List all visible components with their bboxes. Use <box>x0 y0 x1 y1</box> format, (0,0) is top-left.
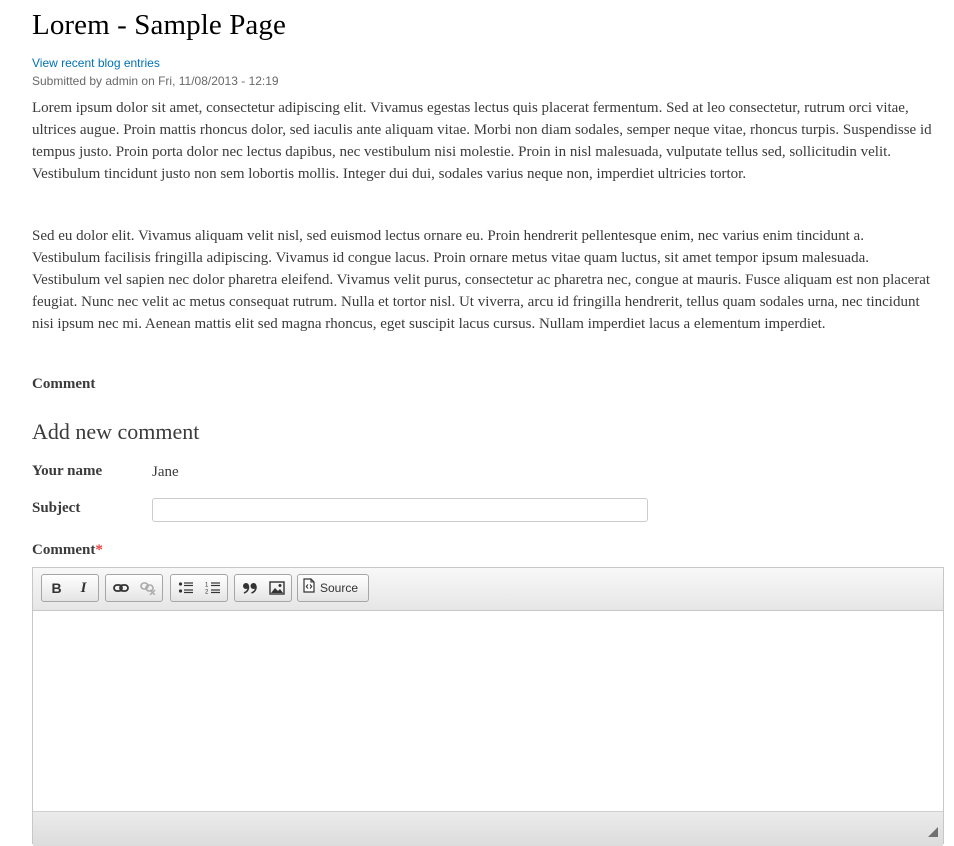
toolbar-group-basicstyles: B I <box>41 574 99 602</box>
name-label: Your name <box>32 463 103 479</box>
source-icon <box>302 578 316 598</box>
svg-text:1: 1 <box>205 583 209 589</box>
submitted-byline: Submitted by admin on Fri, 11/08/2013 - … <box>32 74 279 88</box>
blockquote-button[interactable] <box>236 575 263 601</box>
numbered-list-icon: 1 2 <box>205 581 221 595</box>
bold-button[interactable]: B <box>43 575 70 601</box>
unlink-button[interactable] <box>134 575 161 601</box>
subject-label: Subject <box>32 500 81 516</box>
comment-editor: B I 1 2 Source <box>32 567 944 846</box>
blockquote-icon <box>242 582 258 594</box>
body-paragraph: Sed eu dolor elit. Vivamus aliquam velit… <box>32 228 931 332</box>
add-comment-title: Add new comment <box>32 419 200 444</box>
editor-toolbar: B I 1 2 Source <box>33 568 943 611</box>
resize-handle-icon[interactable] <box>928 827 938 837</box>
source-button[interactable]: Source <box>297 574 369 602</box>
toolbar-group-blocks <box>234 574 292 602</box>
subject-input[interactable] <box>152 498 648 522</box>
numbered-list-button[interactable]: 1 2 <box>199 575 226 601</box>
italic-icon: I <box>80 579 87 596</box>
link-icon <box>112 582 129 594</box>
image-icon <box>268 581 285 595</box>
comments-heading: Comment <box>32 376 96 392</box>
svg-text:2: 2 <box>205 590 209 596</box>
toolbar-group-links <box>105 574 163 602</box>
source-label: Source <box>320 581 359 595</box>
bulleted-list-button[interactable] <box>172 575 199 601</box>
comment-label-text: Comment <box>32 542 96 558</box>
comment-editor-area[interactable] <box>33 611 943 811</box>
body-paragraph: Lorem ipsum dolor sit amet, consectetur … <box>32 100 932 182</box>
bold-icon: B <box>51 580 62 596</box>
comment-label: Comment* <box>32 542 103 559</box>
page-title: Lorem - Sample Page <box>32 9 286 41</box>
required-marker: * <box>95 542 103 558</box>
toolbar-group-lists: 1 2 <box>170 574 228 602</box>
recent-blog-entries-link[interactable]: View recent blog entries <box>32 56 160 70</box>
editor-bottom-bar <box>33 811 943 846</box>
italic-button[interactable]: I <box>70 575 97 601</box>
unlink-icon <box>139 581 156 595</box>
bulleted-list-icon <box>178 581 194 595</box>
name-value: Jane <box>152 464 179 480</box>
link-button[interactable] <box>107 575 134 601</box>
image-button[interactable] <box>263 575 290 601</box>
